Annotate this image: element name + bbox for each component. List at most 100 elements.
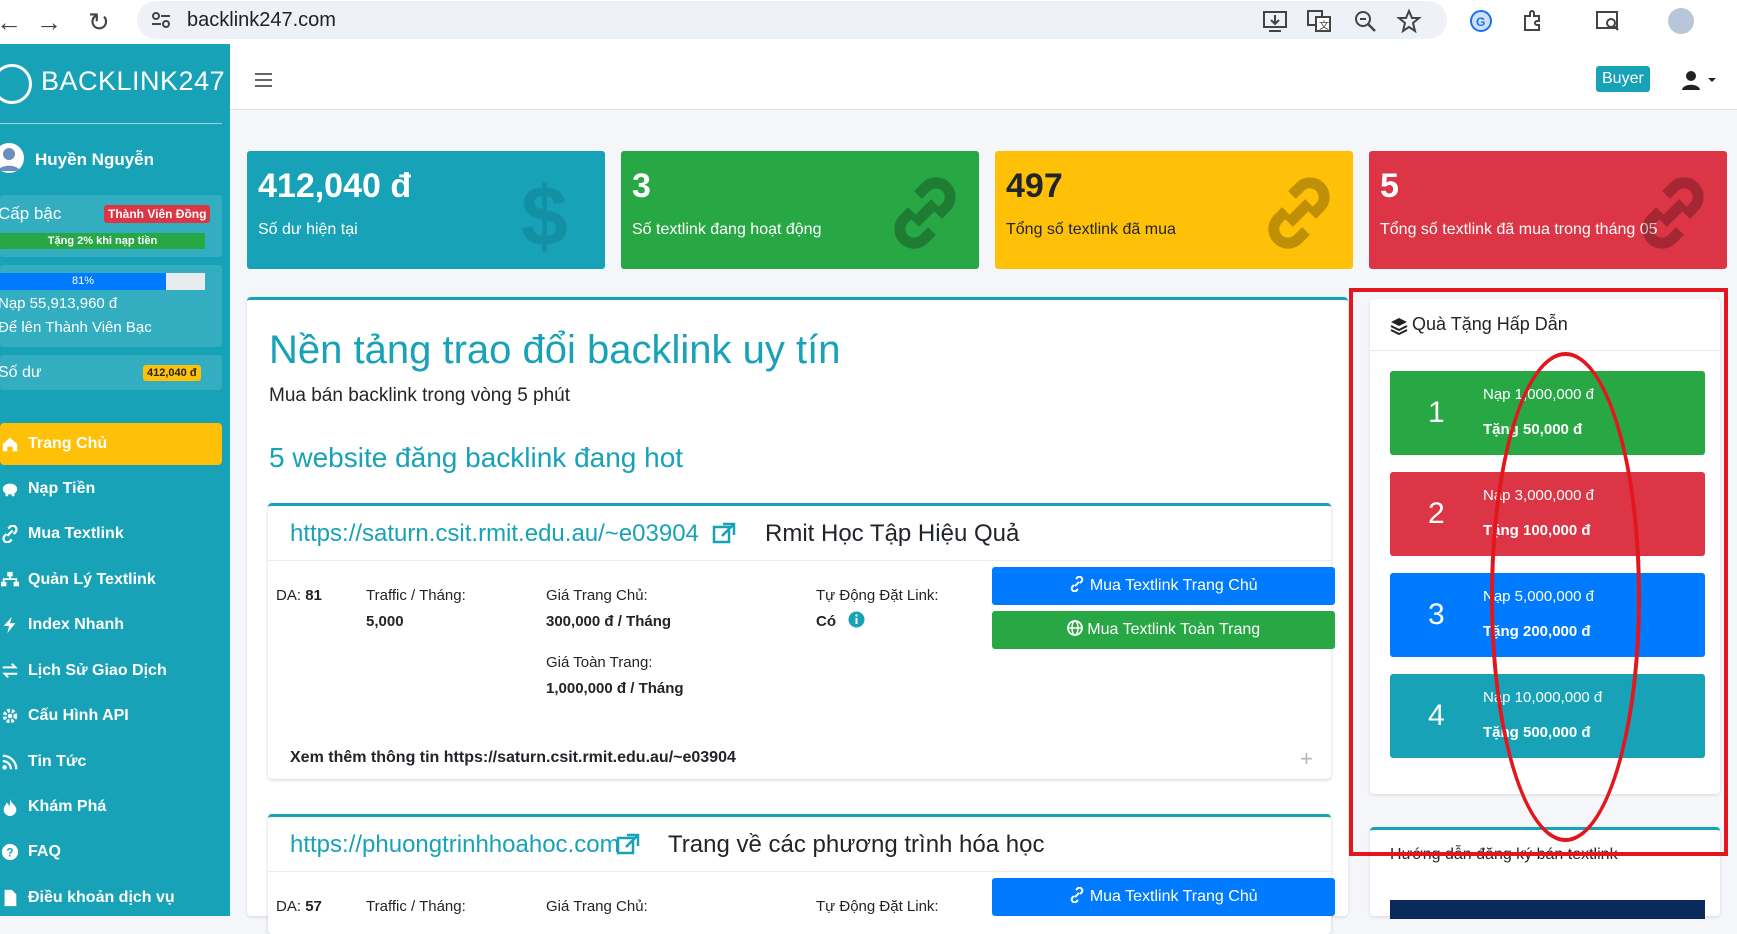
balance-badge: 412,040 đ	[143, 365, 201, 381]
buy-home-label: Mua Textlink Trang Chủ	[1089, 577, 1258, 594]
balance-label: Số dư	[0, 364, 42, 381]
install-app-icon[interactable]	[1262, 8, 1288, 34]
page-subtitle: Mua bán backlink trong vòng 5 phút	[269, 385, 571, 406]
site-url-link[interactable]: https://phuongtrinhhoahoc.com	[290, 831, 620, 859]
rank-progress-fill: 81%	[0, 273, 167, 290]
site-card: https://saturn.csit.rmit.edu.au/~e03904 …	[268, 503, 1335, 779]
sidebar-item-label: Cấu Hình API	[28, 707, 129, 724]
profile-avatar[interactable]	[1668, 8, 1694, 34]
bolt-icon	[3, 616, 16, 634]
brand-name[interactable]: BACKLINK247	[41, 66, 225, 97]
guide-banner	[1390, 900, 1705, 919]
dollar-icon: $	[521, 173, 568, 253]
link-icon	[894, 177, 956, 249]
sidebar-item-index-nhanh[interactable]: Index Nhanh	[0, 604, 222, 646]
sidebar-item-nạp-tiền[interactable]: Nạp Tiền	[0, 468, 222, 510]
browser-toolbar: ← → ↻ backlink247.com 文 G	[0, 0, 1737, 44]
stat-value: 412,040 đ	[258, 167, 412, 205]
svg-text:?: ?	[6, 847, 13, 860]
hot-sites-title: 5 website đăng backlink đang hot	[269, 442, 684, 473]
reload-icon[interactable]: ↻	[88, 8, 110, 36]
sidebar-item-label: Tin Tức	[28, 753, 87, 770]
all-price-label: Giá Toàn Trang:	[546, 654, 653, 671]
buy-all-label: Mua Textlink Toàn Trang	[1087, 621, 1261, 638]
buy-home-label: Mua Textlink Trang Chủ	[1089, 888, 1258, 905]
traffic-label: Traffic / Tháng:	[366, 898, 466, 915]
stat-value: 3	[632, 167, 651, 205]
da-value: 81	[305, 587, 322, 604]
site-description: Trang về các phương trình hóa học	[668, 831, 1045, 858]
auto-link-value: Có	[816, 613, 836, 630]
buy-all-textlink-button[interactable]: Mua Textlink Toàn Trang	[992, 611, 1335, 649]
svg-text:$: $	[521, 173, 568, 253]
da-value: 57	[305, 898, 322, 915]
page-title: Nền tảng trao đổi backlink uy tín	[269, 328, 841, 372]
back-icon[interactable]: ←	[0, 8, 22, 36]
sidebar-item-label: Mua Textlink	[28, 525, 124, 542]
site-card-header: https://phuongtrinhhoahoc.com Trang về c…	[268, 817, 1331, 872]
da-label: DA:	[276, 587, 302, 604]
brand-logo	[0, 64, 32, 104]
sidebar-item-label: Lịch Sử Giao Dịch	[28, 662, 167, 679]
sidebar-item-label: FAQ	[28, 843, 61, 860]
da-field: DA: 57	[276, 898, 322, 915]
home-price-label: Giá Trang Chủ:	[546, 898, 648, 915]
expand-plus-icon[interactable]: +	[1300, 746, 1313, 772]
rss-icon	[2, 754, 18, 770]
sidebar-item-điều-khoản-dịch-vụ[interactable]: Điều khoản dịch vụ	[0, 877, 222, 916]
site-url-link[interactable]: https://saturn.csit.rmit.edu.au/~e03904	[290, 520, 699, 548]
auto-link-label: Tự Động Đặt Link:	[816, 898, 939, 915]
auto-link-label: Tự Động Đặt Link:	[816, 587, 939, 604]
fire-icon	[3, 798, 17, 816]
next-rank-text: Để lên Thành Viên Bạc	[0, 319, 152, 336]
buyer-button[interactable]: Buyer	[1596, 66, 1650, 92]
external-link-icon[interactable]	[712, 522, 736, 546]
sidebar-item-mua-textlink[interactable]: Mua Textlink	[0, 513, 222, 555]
annotation-ellipse	[1490, 352, 1641, 842]
info-icon[interactable]	[848, 611, 865, 628]
stat-label: Số textlink đang hoạt động	[632, 221, 822, 238]
address-bar[interactable]: backlink247.com	[137, 1, 1447, 39]
sidebar-item-label: Trang Chủ	[28, 435, 108, 452]
puzzle-icon[interactable]	[1520, 8, 1546, 34]
svg-text:文: 文	[1319, 19, 1329, 32]
sidebar-item-lịch-sử-giao-dịch[interactable]: Lịch Sử Giao Dịch	[0, 650, 222, 692]
home-price-label: Giá Trang Chủ:	[546, 587, 648, 604]
sidebar-item-quản-lý-textlink[interactable]: Quản Lý Textlink	[0, 559, 222, 601]
all-price-value: 1,000,000 đ / Tháng	[546, 680, 684, 697]
bookmark-star-icon[interactable]	[1396, 8, 1422, 34]
top-navbar: Buyer	[230, 44, 1737, 110]
buy-home-textlink-button[interactable]: Mua Textlink Trang Chủ	[992, 567, 1335, 605]
da-field: DA: 81	[276, 587, 322, 604]
menu-toggle-icon[interactable]	[255, 73, 272, 87]
sidebar-item-label: Nạp Tiền	[28, 480, 96, 497]
brand-divider	[0, 123, 222, 124]
sidebar-item-cấu-hình-api[interactable]: Cấu Hình API	[0, 695, 222, 737]
forward-icon[interactable]: →	[36, 8, 62, 36]
zoom-icon[interactable]	[1352, 8, 1378, 34]
sidebar-item-khám-phá[interactable]: Khám Phá	[0, 786, 222, 828]
more-info-link[interactable]: Xem thêm thông tin https://saturn.csit.r…	[290, 749, 736, 767]
stat-card: 412,040 đ Số dư hiện tại $	[247, 151, 605, 269]
rank-bonus-bar: Tặng 2% khi nạp tiền	[0, 233, 205, 249]
external-link-icon[interactable]	[616, 833, 640, 857]
sidebar-item-tin-tức[interactable]: Tin Tức	[0, 741, 222, 783]
translate-icon[interactable]: 文	[1306, 8, 1332, 34]
buy-home-textlink-button[interactable]: Mua Textlink Trang Chủ	[992, 878, 1335, 916]
user-name[interactable]: Huyền Nguyễn	[35, 150, 154, 170]
sidebar-item-trang-chủ[interactable]: Trang Chủ	[0, 423, 222, 465]
user-dropdown-icon[interactable]	[1682, 70, 1716, 92]
extension-icon[interactable]: G	[1468, 8, 1494, 34]
rank-progress-bar: 81%	[0, 273, 205, 290]
sidebar-item-label: Khám Phá	[28, 798, 107, 815]
link-icon	[1071, 575, 1084, 593]
site-card: https://phuongtrinhhoahoc.com Trang về c…	[268, 814, 1335, 934]
site-settings-icon[interactable]	[151, 11, 171, 29]
sidebar-item-label: Index Nhanh	[28, 616, 125, 633]
stat-card: 5 Tổng số textlink đã mua trong tháng 05	[1369, 151, 1727, 269]
sidebar-item-faq[interactable]: ? FAQ	[0, 831, 222, 873]
file-icon	[4, 889, 17, 907]
piggy-bank-icon	[2, 483, 18, 497]
sidebar: BACKLINK247 Huyền Nguyễn Cấp bậc Thành V…	[0, 44, 230, 916]
screen-search-icon[interactable]	[1595, 8, 1621, 34]
